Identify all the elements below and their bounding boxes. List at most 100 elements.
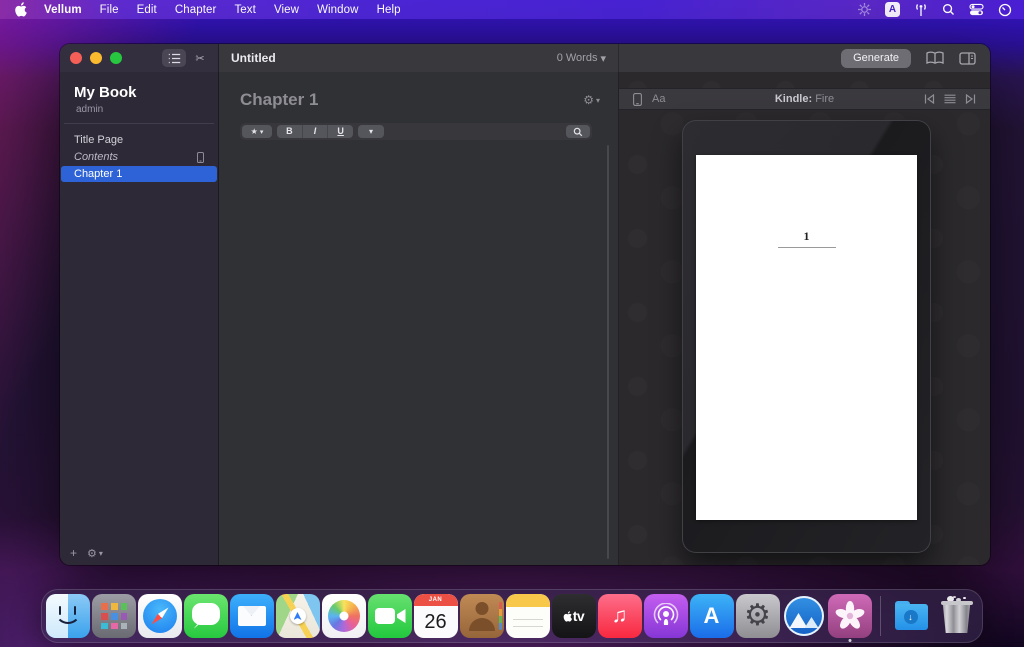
preview-device-icon[interactable] <box>633 93 642 106</box>
dock-divider <box>880 596 881 636</box>
chevron-down-icon: ▾ <box>369 127 373 136</box>
sidebar-item-title-page[interactable]: Title Page <box>61 132 217 148</box>
apple-icon <box>14 2 27 17</box>
dock-facetime-icon[interactable] <box>368 594 412 638</box>
close-button[interactable] <box>70 52 82 64</box>
titlebar-sidebar-section: ✂ <box>60 44 219 72</box>
sidebar-divider <box>64 123 214 124</box>
device-icon <box>197 152 204 163</box>
contents-list-icon[interactable] <box>944 94 956 104</box>
dock-calendar-icon[interactable]: JAN 26 <box>414 594 458 638</box>
dock-appletv-icon[interactable]: tv <box>552 594 596 638</box>
underline-button[interactable]: U <box>327 125 353 138</box>
chapter-options-button[interactable]: ⚙▾ <box>583 93 600 107</box>
preview-nav <box>924 94 976 104</box>
style-menu-button[interactable]: ★▾ <box>242 125 272 138</box>
sidebar-item-chapter-1[interactable]: Chapter 1 <box>61 166 217 182</box>
italic-button[interactable]: I <box>302 125 328 138</box>
generate-button[interactable]: Generate <box>841 49 911 68</box>
book-title: My Book <box>60 84 218 101</box>
menu-item-view[interactable]: View <box>265 4 308 16</box>
control-center-icon[interactable] <box>969 3 984 16</box>
book-sidebar: My Book admin Title Page Contents <box>60 72 219 565</box>
search-icon[interactable] <box>942 3 955 16</box>
device-prefix: Kindle: <box>775 93 812 105</box>
more-formatting-button[interactable]: ▾ <box>358 125 384 138</box>
page-chapter-number: 1 <box>696 229 917 244</box>
menu-item-help[interactable]: Help <box>368 4 410 16</box>
calendar-day: 26 <box>414 606 458 638</box>
dock-trash-icon[interactable] <box>935 594 979 638</box>
calendar-month: JAN <box>414 594 458 606</box>
wireless-icon[interactable] <box>914 3 928 17</box>
list-view-button[interactable] <box>162 49 186 67</box>
skip-to-end-icon[interactable] <box>965 94 976 104</box>
preview-panel: Aa Kindle: Fire <box>619 72 990 565</box>
apple-icon <box>563 611 572 622</box>
menu-item-file[interactable]: File <box>91 4 128 16</box>
panel-layout-icon[interactable] <box>959 52 976 65</box>
sidebar-options-button[interactable]: ⚙▾ <box>87 547 103 560</box>
zoom-button[interactable] <box>110 52 122 64</box>
document-title: Untitled <box>231 51 276 65</box>
dock-photos-icon[interactable] <box>322 594 366 638</box>
clock-icon[interactable] <box>998 3 1012 17</box>
dimmed-gear-icon[interactable] <box>858 3 871 16</box>
window-body: My Book admin Title Page Contents <box>60 72 990 565</box>
input-source-icon[interactable]: A <box>885 2 900 17</box>
bold-button[interactable]: B <box>277 125 302 138</box>
vellum-window: ✂ Untitled 0 Words ▾ Generate <box>60 44 990 565</box>
editor-search-button[interactable] <box>566 125 590 138</box>
dock-messages-icon[interactable] <box>184 594 228 638</box>
sidebar-item-contents[interactable]: Contents <box>61 149 217 165</box>
dock: JAN 26 tv ♫ A ⚙ <box>41 589 983 643</box>
gear-icon: ⚙ <box>583 93 594 107</box>
menu-item-window[interactable]: Window <box>308 4 368 16</box>
dock-notes-icon[interactable] <box>506 594 550 638</box>
dock-podcasts-icon[interactable] <box>644 594 688 638</box>
font-size-button[interactable]: Aa <box>652 93 665 105</box>
appstore-letter: A <box>704 603 720 629</box>
dock-maps-icon[interactable] <box>276 594 320 638</box>
appletv-label: tv <box>573 608 584 624</box>
add-chapter-button[interactable]: + <box>70 546 77 560</box>
trim-scissors-button[interactable]: ✂ <box>188 49 212 67</box>
text-editor[interactable]: Chapter 1 ⚙▾ ★▾ B I U ▾ <box>219 72 619 565</box>
minimize-button[interactable] <box>90 52 102 64</box>
apple-menu[interactable] <box>12 2 35 17</box>
star-icon: ★ <box>251 127 258 136</box>
dock-safari-icon[interactable] <box>138 594 182 638</box>
editor-scrollbar[interactable] <box>607 145 609 559</box>
formatting-toolbar: ★▾ B I U ▾ <box>240 123 592 140</box>
dock-launchpad-icon[interactable] <box>92 594 136 638</box>
word-count-menu[interactable]: 0 Words ▾ <box>557 52 606 65</box>
download-arrow-icon: ↓ <box>904 610 918 624</box>
dock-contacts-icon[interactable] <box>460 594 504 638</box>
music-note-icon: ♫ <box>612 604 628 628</box>
dock-vellum-flower-icon[interactable] <box>828 594 872 638</box>
menu-item-vellum[interactable]: Vellum <box>35 4 91 16</box>
dock-settings-icon[interactable]: ⚙ <box>736 594 780 638</box>
skip-to-start-icon[interactable] <box>924 94 935 104</box>
dock-mountain-app-icon[interactable] <box>782 594 826 638</box>
dock-downloads-folder-icon[interactable]: ↓ <box>889 594 933 638</box>
sidebar-footer: + ⚙▾ <box>70 546 103 560</box>
menu-item-text[interactable]: Text <box>225 4 265 16</box>
sidebar-item-label: Contents <box>74 151 118 163</box>
chevron-down-icon: ▾ <box>260 128 264 136</box>
gear-icon: ⚙ <box>87 547 97 560</box>
dock-music-icon[interactable]: ♫ <box>598 594 642 638</box>
sidebar-item-label: Title Page <box>74 134 123 146</box>
window-titlebar: ✂ Untitled 0 Words ▾ Generate <box>60 44 990 72</box>
book-preview-icon[interactable] <box>926 51 944 65</box>
menu-item-edit[interactable]: Edit <box>128 4 166 16</box>
menu-item-chapter[interactable]: Chapter <box>166 4 226 16</box>
dock-finder-icon[interactable] <box>46 594 90 638</box>
preview-page[interactable]: 1 <box>696 155 917 520</box>
device-name: Fire <box>815 93 834 105</box>
chevron-down-icon: ▾ <box>600 52 606 65</box>
dock-appstore-icon[interactable]: A <box>690 594 734 638</box>
chapter-heading: Chapter 1 <box>240 90 318 110</box>
word-count-label: 0 Words <box>557 52 598 64</box>
dock-mail-icon[interactable] <box>230 594 274 638</box>
